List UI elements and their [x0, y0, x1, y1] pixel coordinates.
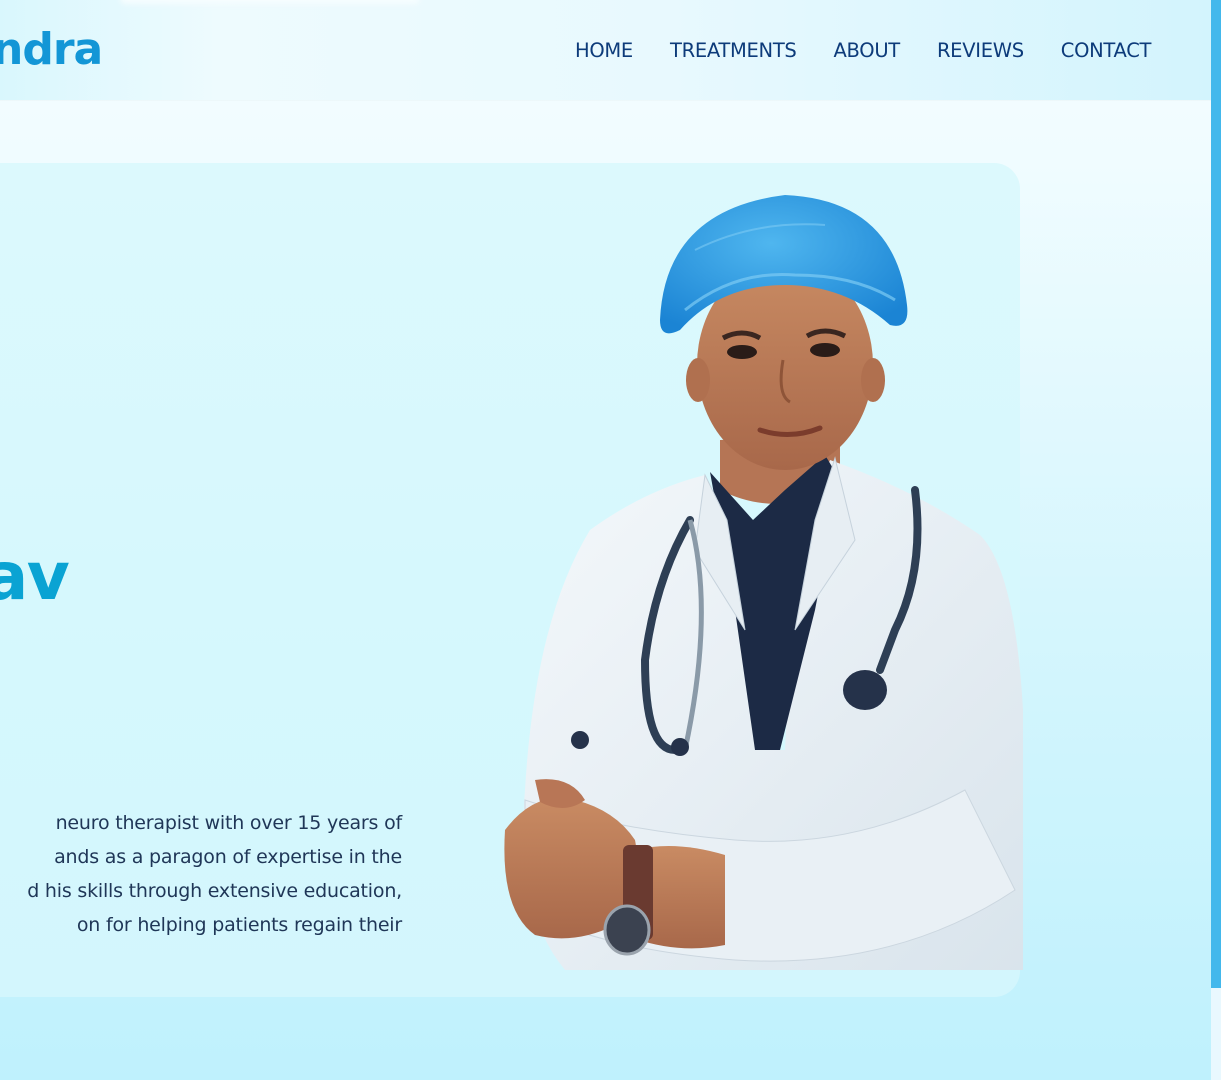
- hero-description-line: neuro therapist with over 15 years of: [55, 812, 403, 834]
- nav-contact[interactable]: CONTACT: [1061, 38, 1152, 64]
- nav-home[interactable]: HOME: [575, 38, 633, 64]
- nav-about[interactable]: ABOUT: [834, 38, 901, 64]
- hero-description-line: on for helping patients regain their: [76, 914, 402, 936]
- nav-reviews[interactable]: REVIEWS: [937, 38, 1024, 64]
- site-header: ndra HOME TREATMENTS ABOUT REVIEWS CONTA…: [0, 0, 1211, 100]
- main-nav: HOME TREATMENTS ABOUT REVIEWS CONTACT: [575, 38, 1151, 64]
- nav-treatments[interactable]: TREATMENTS: [670, 38, 797, 64]
- hero-description-line: ands as a paragon of expertise in the: [54, 846, 402, 868]
- doctor-portrait-image: [504, 195, 1023, 970]
- hero-title: dav: [0, 538, 70, 615]
- hero-description: neuro therapist with over 15 years of an…: [0, 806, 402, 942]
- page-scrollbar-thumb[interactable]: [1211, 0, 1221, 988]
- header-highlight: [120, 0, 420, 4]
- brand-logo-text[interactable]: ndra: [0, 20, 103, 80]
- hero-description-line: d his skills through extensive education…: [27, 880, 402, 902]
